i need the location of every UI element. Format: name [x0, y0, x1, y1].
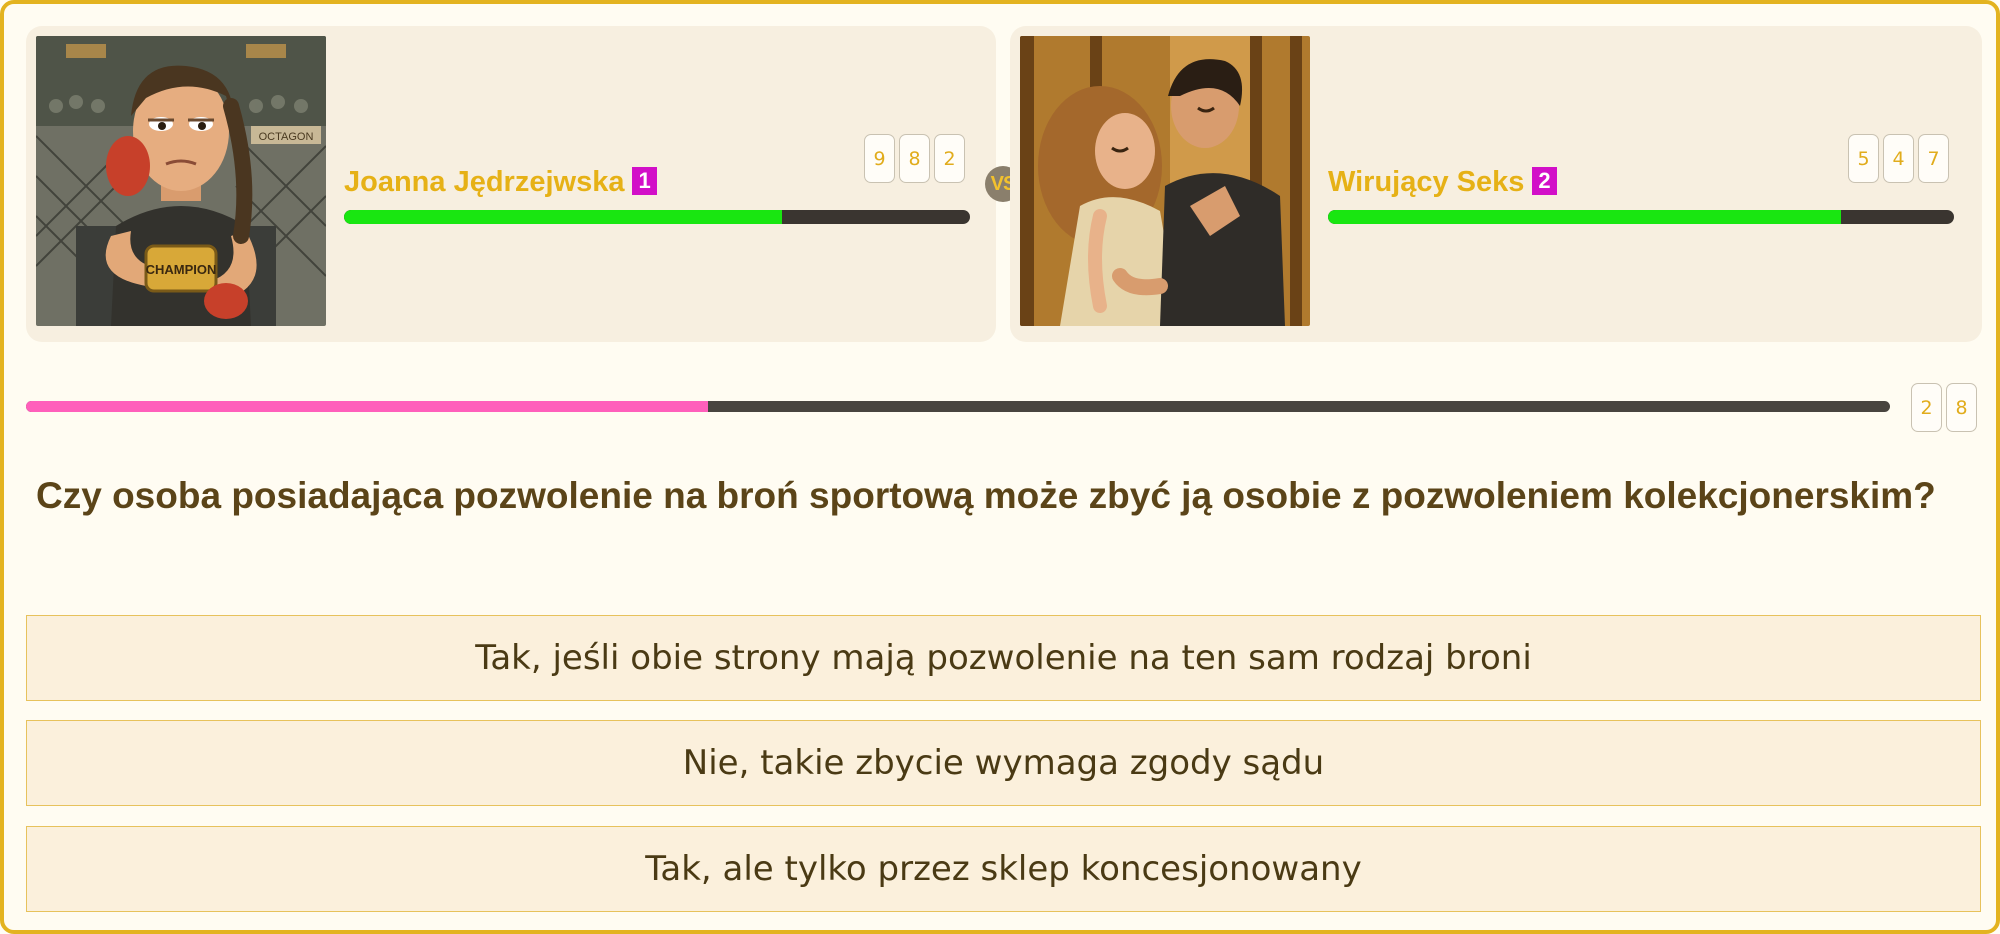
- player1-card: OCTAGON CHAMPION Joanna Jędrzejwska 1 9 …: [26, 26, 996, 342]
- player1-score-digit: 2: [934, 134, 965, 183]
- timer-fill: [26, 401, 709, 412]
- answer-option-1[interactable]: Tak, jeśli obie strony mają pozwolenie n…: [26, 615, 1981, 701]
- player2-name: Wirujący Seks 2: [1328, 166, 1557, 199]
- player1-hp-fill: [344, 210, 783, 224]
- game-frame: OCTAGON CHAMPION Joanna Jędrzejwska 1 9 …: [0, 0, 2000, 934]
- player2-name-text: Wirujący Seks: [1328, 166, 1525, 198]
- timer-digit: 2: [1911, 383, 1942, 432]
- timer-bar: [26, 401, 1890, 412]
- timer-digit: 8: [1946, 383, 1977, 432]
- player1-hp-bar: [344, 210, 970, 224]
- player1-rank-badge: 1: [632, 167, 657, 195]
- player1-name-text: Joanna Jędrzejwska: [344, 166, 625, 198]
- answer-option-2[interactable]: Nie, takie zbycie wymaga zgody sądu: [26, 720, 1981, 806]
- player2-score-digit: 7: [1918, 134, 1949, 183]
- octagon-sign: OCTAGON: [259, 131, 314, 143]
- player1-score-digit: 9: [864, 134, 895, 183]
- player2-score-digit: 4: [1883, 134, 1914, 183]
- player1-avatar: OCTAGON CHAMPION: [36, 36, 326, 326]
- timer-countdown: 2 8: [1911, 383, 1977, 432]
- player1-score-digit: 8: [899, 134, 930, 183]
- player2-rank-badge: 2: [1532, 167, 1557, 195]
- player1-score: 9 8 2: [864, 134, 965, 183]
- champion-belt-text: CHAMPION: [146, 262, 217, 277]
- player1-name: Joanna Jędrzejwska 1: [344, 166, 657, 199]
- answer-option-3[interactable]: Tak, ale tylko przez sklep koncesjonowan…: [26, 826, 1981, 912]
- player2-card: Wirujący Seks 2 5 4 7: [1010, 26, 1982, 342]
- player2-hp-bar: [1328, 210, 1954, 224]
- player2-score-digit: 5: [1848, 134, 1879, 183]
- player2-avatar: [1020, 36, 1310, 326]
- player2-score: 5 4 7: [1848, 134, 1949, 183]
- player2-hp-fill: [1328, 210, 1842, 224]
- question-text: Czy osoba posiadająca pozwolenie na broń…: [36, 475, 1936, 516]
